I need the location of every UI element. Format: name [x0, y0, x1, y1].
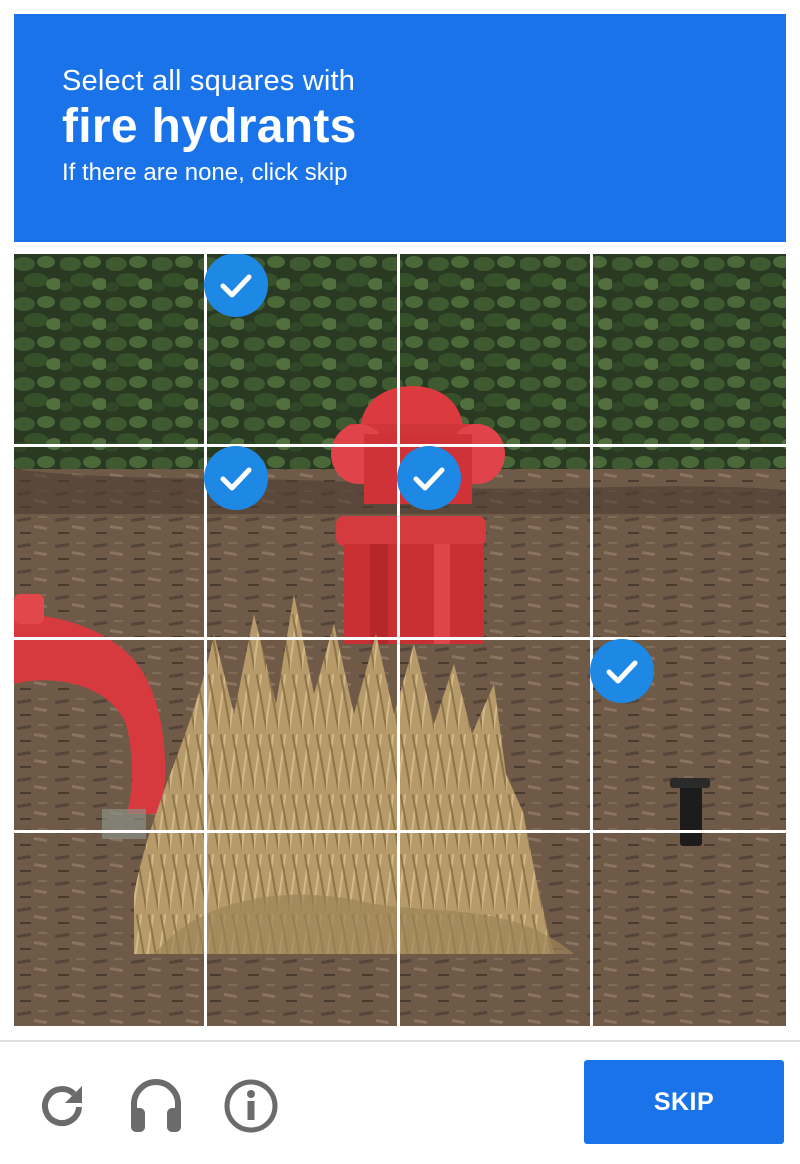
checkmark-icon: [204, 254, 268, 317]
info-button[interactable]: [220, 1076, 280, 1136]
target-object-text: fire hydrants: [62, 100, 357, 153]
image-tile[interactable]: [14, 254, 207, 447]
headphones-icon: [131, 1079, 181, 1132]
image-tile[interactable]: [593, 447, 786, 640]
image-tile[interactable]: [590, 639, 786, 833]
image-tile[interactable]: [204, 446, 400, 640]
image-tile[interactable]: [14, 833, 207, 1026]
image-tile[interactable]: [400, 254, 593, 447]
reload-icon: [42, 1086, 82, 1126]
image-tile[interactable]: [593, 254, 786, 447]
image-tile[interactable]: [397, 446, 593, 640]
image-tile[interactable]: [400, 833, 593, 1026]
image-tile[interactable]: [207, 640, 400, 833]
hint-text: If there are none, click skip: [62, 159, 348, 186]
audio-challenge-button[interactable]: [126, 1076, 186, 1136]
image-tile[interactable]: [14, 447, 207, 640]
image-grid: [14, 254, 786, 1026]
image-tile[interactable]: [593, 833, 786, 1026]
checkmark-icon: [397, 446, 461, 510]
challenge-header: Select all squares with fire hydrants If…: [14, 14, 786, 242]
image-tile[interactable]: [207, 833, 400, 1026]
reload-button[interactable]: [32, 1076, 92, 1136]
instruction-text: Select all squares with: [62, 65, 356, 97]
checkmark-icon: [204, 446, 268, 510]
info-icon: [224, 1079, 278, 1133]
image-tile[interactable]: [400, 640, 593, 833]
image-tile[interactable]: [204, 254, 400, 447]
skip-button[interactable]: SKIP: [584, 1060, 784, 1144]
tile-grid: [14, 254, 786, 1026]
footer-divider: [0, 1040, 800, 1042]
checkmark-icon: [590, 639, 654, 703]
image-tile[interactable]: [14, 640, 207, 833]
